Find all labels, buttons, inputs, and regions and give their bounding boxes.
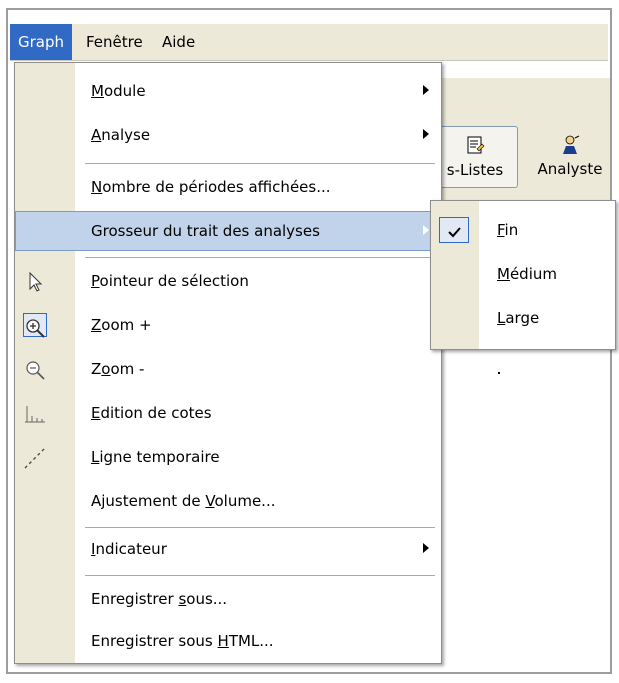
menu-item-module[interactable]: Module xyxy=(15,71,441,111)
menu-item-zoom-minus[interactable]: Zoom - xyxy=(15,349,441,389)
submenu-item-label: Fin xyxy=(497,221,519,239)
submenu-item-large[interactable]: Large xyxy=(431,297,615,339)
menu-item-label: Nombre de périodes affichées... xyxy=(91,178,331,196)
toolbar-strip xyxy=(440,78,610,116)
toolbar-analyste-button[interactable]: Analyste xyxy=(528,126,612,186)
zoom-in-icon xyxy=(23,313,47,338)
submenu-arrow-icon xyxy=(423,85,429,95)
menu-item-label: Edition de cotes xyxy=(91,404,212,422)
menu-item-label: Zoom + xyxy=(91,316,152,334)
menu-item-pointeur[interactable]: Pointeur de sélection xyxy=(15,261,441,301)
dimension-icon xyxy=(23,401,47,425)
menu-item-label: Zoom - xyxy=(91,360,145,378)
menu-item-analyse[interactable]: Analyse xyxy=(15,115,441,155)
menu-item-label: Enregistrer sous... xyxy=(91,590,228,608)
menu-item-grosseur-trait[interactable]: Grosseur du trait des analyses xyxy=(15,211,441,251)
submenu-arrow-icon xyxy=(423,543,429,553)
zoom-out-icon xyxy=(23,357,47,381)
graph-menu: Module Analyse Nombre de périodes affich… xyxy=(14,62,442,664)
menu-item-label: Analyse xyxy=(91,126,151,144)
checkmark-icon xyxy=(439,217,469,243)
submenu-item-fin[interactable]: Fin xyxy=(431,209,615,251)
dashed-line-icon xyxy=(23,445,47,469)
analyst-icon xyxy=(559,134,581,161)
menu-separator xyxy=(85,257,435,258)
menu-item-enregistrer-sous[interactable]: Enregistrer sous... xyxy=(15,579,441,619)
menu-item-label: Pointeur de sélection xyxy=(91,272,249,290)
toolbar-listes-button[interactable]: s-Listes xyxy=(432,126,518,188)
menu-item-edition-cotes[interactable]: Edition de cotes xyxy=(15,393,441,433)
menu-item-label: Ligne temporaire xyxy=(91,448,220,466)
menu-separator xyxy=(85,163,435,164)
menu-graph[interactable]: Graph xyxy=(10,24,73,60)
menu-aide[interactable]: Aide xyxy=(154,24,203,60)
thickness-submenu: Fin Médium Large xyxy=(430,200,616,350)
toolbar-listes-label: s-Listes xyxy=(446,161,504,179)
toolbar-analyste-label: Analyste xyxy=(537,160,603,178)
submenu-item-medium[interactable]: Médium xyxy=(431,253,615,295)
submenu-arrow-icon xyxy=(423,225,429,235)
menu-item-label: Enregistrer sous HTML... xyxy=(91,632,274,650)
chart-point xyxy=(498,372,500,374)
submenu-arrow-icon xyxy=(423,129,429,139)
menu-item-indicateur[interactable]: Indicateur xyxy=(15,529,441,569)
menu-item-enregistrer-html[interactable]: Enregistrer sous HTML... xyxy=(15,621,441,661)
menu-item-label: Module xyxy=(91,82,146,100)
submenu-item-label: Médium xyxy=(497,265,557,283)
menu-item-ajustement-volume[interactable]: Ajustement de Volume... xyxy=(15,481,441,521)
menu-item-label: Grosseur du trait des analyses xyxy=(91,222,320,240)
menu-separator xyxy=(85,575,435,576)
menu-item-zoom-plus[interactable]: Zoom + xyxy=(15,305,441,345)
menu-item-label: Indicateur xyxy=(91,540,167,558)
menu-fenetre[interactable]: Fenêtre xyxy=(78,24,151,60)
menu-item-ligne-temporaire[interactable]: Ligne temporaire xyxy=(15,437,441,477)
menu-item-label: Ajustement de Volume... xyxy=(91,492,276,510)
pointer-arrow-icon xyxy=(23,269,47,293)
submenu-item-label: Large xyxy=(497,309,540,327)
menu-item-nombre-periodes[interactable]: Nombre de périodes affichées... xyxy=(15,167,441,207)
menu-bar: Graph Fenêtre Aide xyxy=(10,24,608,61)
menu-separator xyxy=(85,527,435,528)
list-sheet-icon xyxy=(465,135,485,160)
